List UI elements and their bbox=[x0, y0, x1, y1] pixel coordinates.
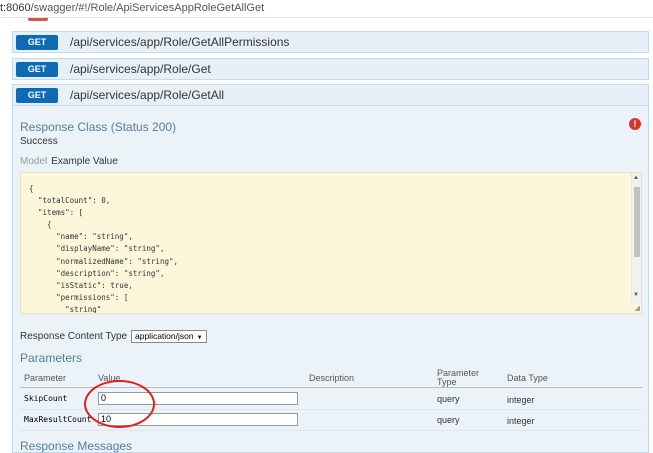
scroll-up-arrow-icon[interactable]: ▲ bbox=[633, 175, 639, 181]
address-bar[interactable]: t:8060/swagger/#!/Role/ApiServicesAppRol… bbox=[0, 0, 653, 18]
param-name-maxresultcount: MaxResultCount bbox=[24, 415, 92, 424]
model-tabs: Model Example Value bbox=[20, 156, 118, 167]
param-type-maxresultcount: query bbox=[437, 415, 460, 425]
operation-get[interactable]: GET /api/services/app/Role/Get bbox=[12, 58, 649, 80]
dropdown-arrow-icon: ▼ bbox=[196, 335, 203, 341]
scrollbar-thumb[interactable] bbox=[634, 187, 640, 257]
url-host: t:8060 bbox=[0, 2, 31, 14]
operation-get-all-permissions[interactable]: GET /api/services/app/Role/GetAllPermiss… bbox=[12, 31, 649, 53]
scroll-down-arrow-icon[interactable]: ▼ bbox=[633, 292, 639, 298]
response-class-heading: Response Class (Status 200) bbox=[20, 120, 177, 134]
param-type-skipcount: query bbox=[437, 394, 460, 404]
get-verb-badge[interactable]: GET bbox=[16, 62, 58, 77]
get-verb-badge[interactable]: GET bbox=[16, 88, 58, 103]
tab-model[interactable]: Model bbox=[20, 156, 47, 167]
response-messages-heading: Response Messages bbox=[20, 439, 133, 453]
content-type-label: Response Content Type bbox=[20, 331, 128, 342]
url-path: /swagger/#!/Role/ApiServicesAppRoleGetAl… bbox=[30, 2, 265, 14]
annotation-circle bbox=[84, 380, 155, 428]
col-header-data-type: Data Type bbox=[507, 373, 548, 383]
data-type-maxresultcount: integer bbox=[507, 416, 535, 426]
operation-path[interactable]: /api/services/app/Role/GetAll bbox=[70, 88, 224, 102]
content-type-value: application/json bbox=[135, 331, 194, 341]
row-divider bbox=[20, 430, 642, 431]
param-name-skipcount: SkipCount bbox=[24, 394, 68, 403]
col-header-parameter: Parameter bbox=[24, 373, 67, 383]
get-verb-badge[interactable]: GET bbox=[16, 35, 58, 50]
parameters-heading: Parameters bbox=[20, 351, 83, 365]
data-type-skipcount: integer bbox=[507, 395, 535, 405]
operation-path[interactable]: /api/services/app/Role/GetAllPermissions bbox=[70, 35, 289, 49]
operation-path[interactable]: /api/services/app/Role/Get bbox=[70, 62, 211, 76]
resize-handle-icon[interactable]: ◢ bbox=[635, 304, 640, 312]
content-type-select[interactable]: application/json ▼ bbox=[131, 330, 207, 343]
scrollbar[interactable]: ▲ ▼ bbox=[631, 173, 641, 303]
tab-example-value[interactable]: Example Value bbox=[51, 156, 118, 167]
col-header-parameter-type: Parameter Type bbox=[437, 368, 480, 387]
url-text[interactable]: t:8060/swagger/#!/Role/ApiServicesAppRol… bbox=[0, 2, 264, 14]
col-header-description: Description bbox=[309, 373, 355, 383]
red-tab-marker bbox=[28, 18, 48, 21]
response-description: Success bbox=[20, 136, 58, 147]
example-json: { "totalCount": 0, "items": [ { "name": … bbox=[29, 184, 179, 314]
operation-get-all[interactable]: GET /api/services/app/Role/GetAll bbox=[12, 84, 649, 106]
error-icon[interactable]: ! bbox=[629, 118, 641, 130]
example-value-box[interactable]: { "totalCount": 0, "items": [ { "name": … bbox=[20, 172, 642, 314]
